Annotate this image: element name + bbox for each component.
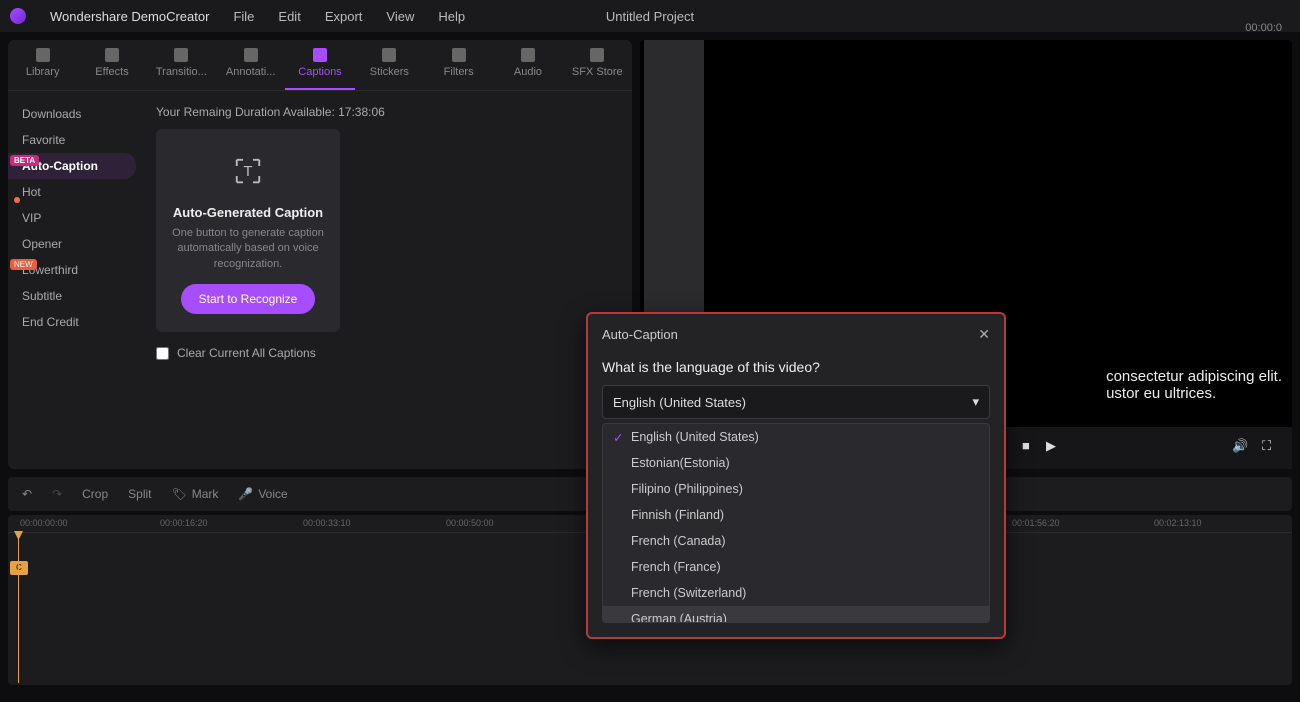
tab-effects[interactable]: Effects	[77, 40, 146, 90]
redo-button[interactable]: ↷	[52, 487, 62, 501]
clear-captions-row[interactable]: Clear Current All Captions	[156, 346, 612, 360]
card-title: Auto-Generated Caption	[168, 205, 328, 220]
title-bar: Wondershare DemoCreator File Edit Export…	[0, 0, 1300, 32]
undo-button[interactable]: ↶	[22, 487, 32, 501]
fullscreen-icon[interactable]: ⛶	[1262, 438, 1282, 458]
sidebar-item-lowerthird[interactable]: NEW Lowerthird	[8, 257, 136, 283]
modal-question: What is the language of this video?	[602, 359, 990, 375]
annotations-icon	[244, 48, 258, 62]
sidebar-item-hot[interactable]: Hot	[8, 179, 136, 205]
menu-export[interactable]: Export	[325, 9, 363, 24]
language-option[interactable]: Estonian(Estonia)	[603, 450, 989, 476]
tab-captions[interactable]: Captions	[285, 40, 354, 90]
preview-timecode: 00:00:0	[1245, 22, 1282, 34]
beta-badge: BETA	[10, 155, 39, 166]
autocaption-modal: Auto-Caption ✕ What is the language of t…	[586, 312, 1006, 639]
sidebar-item-endcredit[interactable]: End Credit	[8, 309, 136, 335]
close-icon[interactable]: ✕	[978, 326, 990, 343]
language-option[interactable]: German (Austria)	[603, 606, 989, 623]
language-option[interactable]: English (United States)	[603, 424, 989, 450]
left-panel: Library Effects Transitio... Annotati...…	[8, 40, 632, 469]
language-dropdown[interactable]: English (United States)Estonian(Estonia)…	[602, 423, 990, 623]
captions-icon	[313, 48, 327, 62]
card-desc: One button to generate caption automatic…	[168, 226, 328, 272]
mark-tool[interactable]: 🏷 Mark	[171, 487, 218, 501]
transitions-icon	[174, 48, 188, 62]
sidebar-item-subtitle[interactable]: Subtitle	[8, 283, 136, 309]
play-button[interactable]: ▶	[1046, 438, 1066, 458]
stickers-icon	[382, 48, 396, 62]
tab-audio[interactable]: Audio	[493, 40, 562, 90]
crop-tool[interactable]: Crop	[82, 487, 108, 501]
svg-text:T: T	[243, 163, 252, 180]
filters-icon	[452, 48, 466, 62]
chevron-down-icon: ▾	[972, 394, 979, 410]
language-option[interactable]: Filipino (Philippines)	[603, 476, 989, 502]
tab-library[interactable]: Library	[8, 40, 77, 90]
playhead[interactable]	[18, 533, 19, 683]
language-option[interactable]: Finnish (Finland)	[603, 502, 989, 528]
hot-dot-icon	[14, 197, 20, 203]
stop-button[interactable]: ■	[1022, 438, 1042, 458]
main-menu: File Edit Export View Help	[233, 9, 465, 24]
remaining-duration: Your Remaing Duration Available: 17:38:0…	[156, 105, 612, 119]
library-icon	[36, 48, 50, 62]
captions-sidebar: Downloads Favorite BETA Auto-Caption Hot…	[8, 91, 136, 469]
sidebar-item-downloads[interactable]: Downloads	[8, 101, 136, 127]
menu-view[interactable]: View	[386, 9, 414, 24]
clear-captions-checkbox[interactable]	[156, 347, 169, 360]
tab-annotations[interactable]: Annotati...	[216, 40, 285, 90]
sfx-icon	[590, 48, 604, 62]
menu-help[interactable]: Help	[438, 9, 465, 24]
modal-title: Auto-Caption	[602, 327, 678, 342]
caption-overlay-text: consectetur adipiscing elit. ustor eu ul…	[1106, 368, 1282, 402]
tab-sfx[interactable]: SFX Store	[563, 40, 632, 90]
clear-captions-label: Clear Current All Captions	[177, 346, 316, 360]
content-area: Your Remaing Duration Available: 17:38:0…	[136, 91, 632, 469]
language-select-value: English (United States)	[613, 395, 746, 410]
sidebar-item-autocaption[interactable]: BETA Auto-Caption	[8, 153, 136, 179]
project-title: Untitled Project	[606, 9, 694, 24]
menu-edit[interactable]: Edit	[278, 9, 300, 24]
sidebar-item-vip[interactable]: VIP	[8, 205, 136, 231]
menu-file[interactable]: File	[233, 9, 254, 24]
sidebar-item-favorite[interactable]: Favorite	[8, 127, 136, 153]
new-badge: NEW	[10, 259, 37, 270]
tab-transitions[interactable]: Transitio...	[147, 40, 216, 90]
asset-tabs: Library Effects Transitio... Annotati...…	[8, 40, 632, 91]
language-option[interactable]: French (Switzerland)	[603, 580, 989, 606]
language-option[interactable]: French (France)	[603, 554, 989, 580]
autocaption-card: T Auto-Generated Caption One button to g…	[156, 129, 340, 332]
volume-icon[interactable]: 🔊	[1232, 438, 1252, 458]
effects-icon	[105, 48, 119, 62]
timeline-clip[interactable]: C	[10, 561, 28, 575]
app-name: Wondershare DemoCreator	[50, 9, 209, 24]
language-select[interactable]: English (United States) ▾	[602, 385, 990, 419]
start-recognize-button[interactable]: Start to Recognize	[181, 284, 316, 314]
app-logo-icon	[10, 8, 26, 24]
tab-filters[interactable]: Filters	[424, 40, 493, 90]
tab-stickers[interactable]: Stickers	[355, 40, 424, 90]
split-tool[interactable]: Split	[128, 487, 151, 501]
voice-tool[interactable]: 🎤 Voice	[238, 487, 287, 501]
audio-icon	[521, 48, 535, 62]
sidebar-item-opener[interactable]: Opener	[8, 231, 136, 257]
language-option[interactable]: French (Canada)	[603, 528, 989, 554]
text-frame-icon: T	[224, 147, 272, 195]
